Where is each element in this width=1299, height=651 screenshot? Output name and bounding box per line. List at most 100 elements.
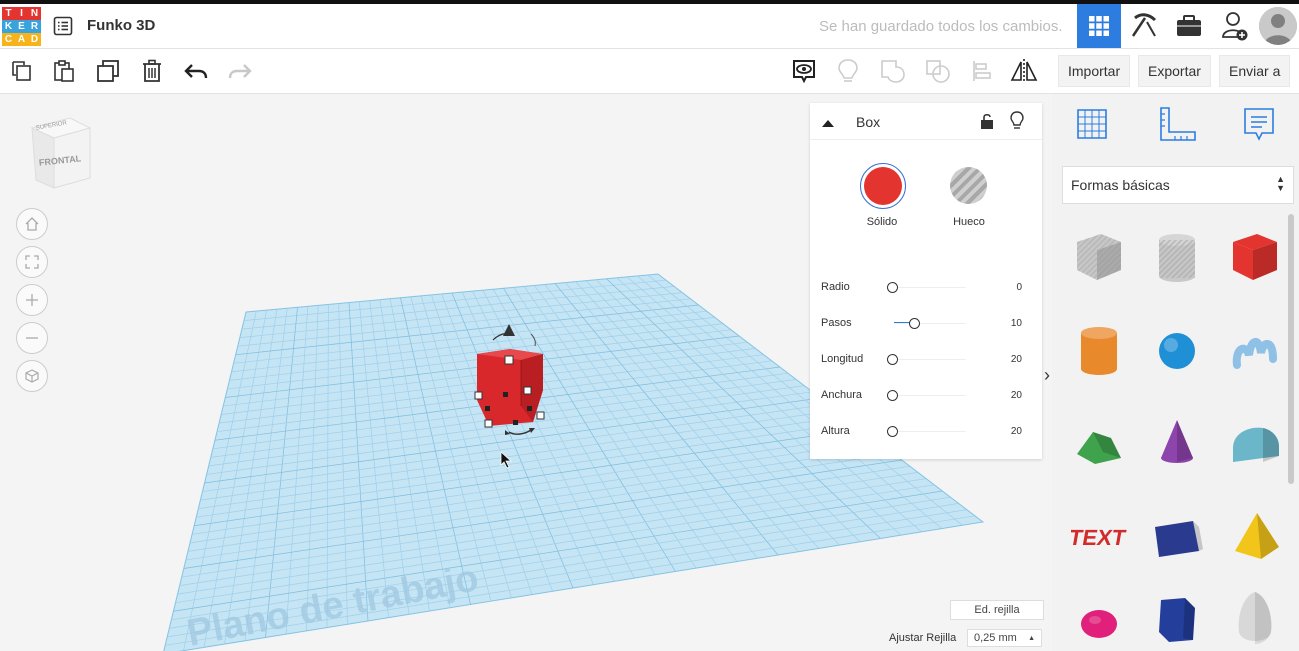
duplicate-button[interactable]: [90, 49, 126, 93]
group-button[interactable]: [875, 49, 911, 93]
panel-collapse-icon[interactable]: ›: [1042, 360, 1052, 390]
collapse-inspector-button[interactable]: [821, 115, 835, 133]
param-slider-track[interactable]: [894, 395, 966, 396]
hole-button[interactable]: [950, 167, 987, 204]
shape-polygon[interactable]: [1141, 586, 1213, 646]
lock-button[interactable]: [980, 112, 994, 135]
ruler-tab[interactable]: [1157, 106, 1197, 147]
shape-scribble[interactable]: [1219, 307, 1291, 393]
edit-grid-button[interactable]: Ed. rejilla: [950, 600, 1044, 620]
import-button[interactable]: Importar: [1058, 55, 1131, 87]
param-row-anchura: Anchura 20: [810, 389, 1042, 409]
svg-text:TEXT: TEXT: [1071, 525, 1127, 550]
lightbulb-icon: [1010, 111, 1024, 129]
home-view-button[interactable]: [16, 208, 48, 240]
project-list-icon[interactable]: [53, 16, 73, 36]
undo-button[interactable]: [178, 49, 214, 93]
logo-letter: A: [15, 33, 28, 46]
param-slider-track[interactable]: [894, 359, 966, 360]
send-to-button[interactable]: Enviar a: [1219, 55, 1291, 87]
duplicate-icon: [97, 60, 119, 82]
param-slider-track[interactable]: [894, 287, 966, 288]
param-value[interactable]: 20: [992, 354, 1022, 365]
mirror-button[interactable]: [1006, 49, 1042, 93]
delete-button[interactable]: [134, 49, 170, 93]
perspective-button[interactable]: [16, 360, 48, 392]
solid-color-button[interactable]: [860, 163, 906, 209]
logo-letter: R: [28, 20, 41, 33]
param-label: Pasos: [821, 317, 852, 329]
round-roof-shape-icon: [1233, 427, 1279, 462]
shape-text[interactable]: TEXT: [1063, 493, 1135, 579]
zoom-in-button[interactable]: [16, 284, 48, 316]
shape-box[interactable]: [1219, 214, 1291, 300]
shape-category-select[interactable]: Formas básicas ▲ ▼: [1062, 166, 1294, 204]
lift-arrow-icon[interactable]: [503, 324, 515, 336]
paste-button[interactable]: [46, 49, 82, 93]
param-value[interactable]: 20: [992, 426, 1022, 437]
selected-box-shape[interactable]: [465, 320, 555, 450]
param-slider-track[interactable]: [894, 323, 966, 324]
param-slider-knob[interactable]: [908, 318, 920, 329]
shape-cone[interactable]: [1141, 400, 1213, 486]
tinkercad-logo[interactable]: TINKERCAD: [2, 7, 41, 46]
shape-category-value: Formas básicas: [1071, 177, 1170, 193]
param-value[interactable]: 10: [992, 318, 1022, 329]
project-title[interactable]: Funko 3D: [87, 17, 155, 34]
app-header: TINKERCAD Funko 3D Se han guardado todos…: [0, 4, 1299, 49]
lessons-button[interactable]: [1167, 4, 1211, 48]
notes-icon: [1244, 108, 1274, 141]
show-all-button[interactable]: [830, 49, 866, 93]
shape-roof[interactable]: [1063, 400, 1135, 486]
wedge-shape-icon: [1155, 521, 1203, 557]
cylinder-shape-icon: [1081, 327, 1117, 375]
redo-icon: [228, 64, 252, 79]
avatar[interactable]: [1259, 7, 1297, 45]
notes-view-button[interactable]: [786, 49, 822, 93]
shape-wedge[interactable]: [1141, 493, 1213, 579]
zoom-out-icon: [26, 337, 38, 339]
3d-design-view-button[interactable]: [1077, 4, 1121, 48]
polygon-shape-icon: [1159, 598, 1195, 642]
shape-pyramid[interactable]: [1219, 493, 1291, 579]
fit-icon: [25, 255, 39, 269]
redo-button[interactable]: [222, 49, 258, 93]
copy-button[interactable]: [4, 49, 40, 93]
shape-egg[interactable]: [1219, 586, 1291, 646]
lock-icon: [981, 113, 993, 129]
shape-name[interactable]: Box: [856, 114, 880, 130]
export-button[interactable]: Exportar: [1138, 55, 1211, 87]
fit-view-button[interactable]: [16, 246, 48, 278]
invite-user-button[interactable]: [1213, 4, 1257, 48]
shape-cylinder-hole[interactable]: [1141, 214, 1213, 300]
undo-icon: [184, 64, 208, 79]
paraboloid-shape-icon: [1081, 610, 1117, 638]
shape-sphere[interactable]: [1141, 307, 1213, 393]
notes-tab[interactable]: [1242, 106, 1276, 149]
workplane-tab[interactable]: [1074, 106, 1110, 147]
ruler-icon: [1160, 107, 1196, 141]
param-slider-track[interactable]: [894, 431, 966, 432]
shape-paraboloid[interactable]: [1063, 586, 1135, 646]
ungroup-button[interactable]: [920, 49, 956, 93]
param-value[interactable]: 20: [992, 390, 1022, 401]
param-slider-knob[interactable]: [887, 390, 898, 401]
codeblocks-button[interactable]: [1122, 4, 1166, 48]
snap-grid-select[interactable]: 0,25 mm ▲: [967, 629, 1042, 647]
align-button[interactable]: [964, 49, 1000, 93]
visibility-button[interactable]: [1010, 111, 1024, 136]
user-silhouette-icon: [1259, 7, 1297, 45]
param-slider-knob[interactable]: [887, 426, 898, 437]
egg-shape-icon: [1238, 592, 1272, 644]
logo-letter: T: [2, 7, 15, 20]
view-cube[interactable]: SUPERIOR FRONTAL: [26, 114, 96, 192]
shape-cylinder[interactable]: [1063, 307, 1135, 393]
param-slider-knob[interactable]: [887, 354, 898, 365]
shape-box-hole[interactable]: [1063, 214, 1135, 300]
param-value[interactable]: 0: [992, 282, 1022, 293]
add-user-icon: [1222, 12, 1248, 41]
zoom-out-button[interactable]: [16, 322, 48, 354]
param-slider-knob[interactable]: [887, 282, 898, 293]
shape-inspector: Box Sólido Hueco Radio 0 Pasos 10 Longitud 20…: [810, 103, 1042, 459]
shape-round-roof[interactable]: [1219, 400, 1291, 486]
